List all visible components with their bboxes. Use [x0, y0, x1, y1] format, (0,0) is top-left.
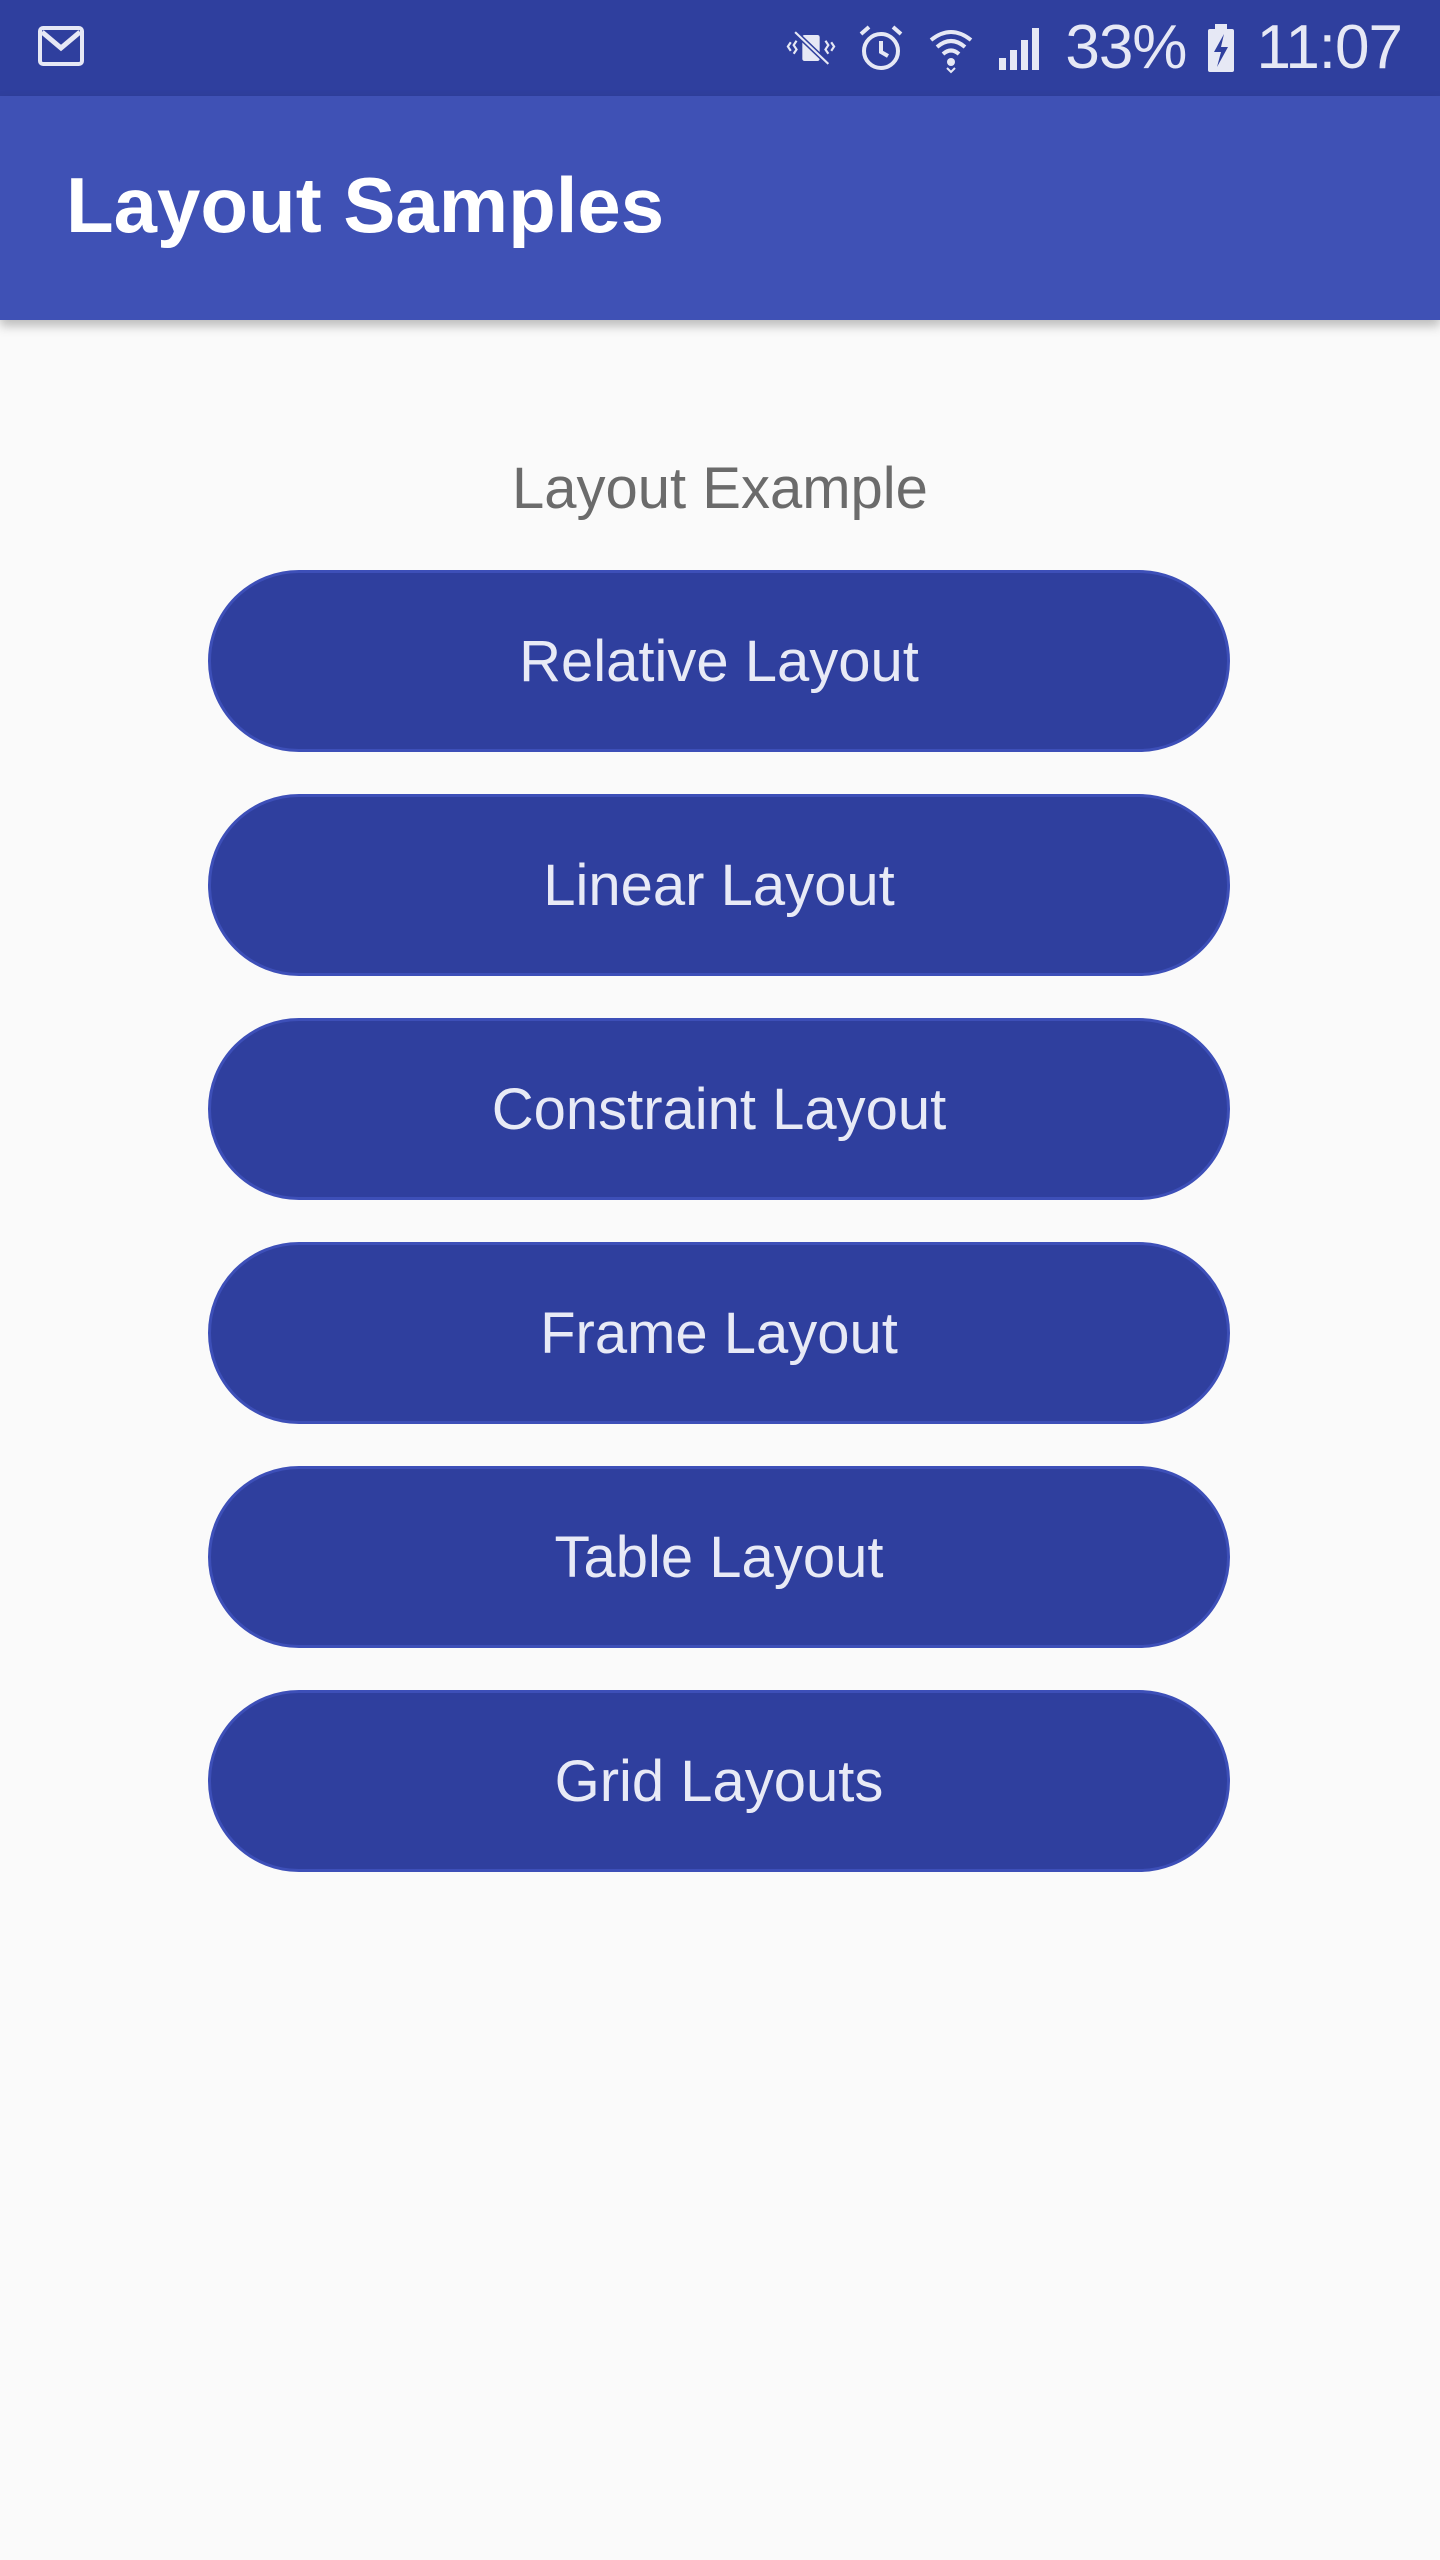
layout-example-label: Layout Example — [512, 456, 928, 521]
app-bar: Layout Samples — [0, 96, 1440, 320]
table-layout-button[interactable]: Table Layout — [208, 1466, 1230, 1648]
battery-charging-icon — [1204, 22, 1238, 74]
constraint-layout-button[interactable]: Constraint Layout — [208, 1018, 1230, 1200]
grid-layouts-button[interactable]: Grid Layouts — [208, 1690, 1230, 1872]
wifi-icon — [925, 22, 977, 74]
vibrate-mute-icon — [785, 22, 837, 74]
frame-layout-button[interactable]: Frame Layout — [208, 1242, 1230, 1424]
status-icons: 33% 11:07 — [785, 0, 1403, 96]
linear-layout-button[interactable]: Linear Layout — [208, 794, 1230, 976]
battery-percent: 33% — [1065, 13, 1187, 82]
clock: 11:07 — [1256, 13, 1403, 82]
status-bar: 33% 11:07 — [0, 0, 1440, 96]
app-title: Layout Samples — [66, 161, 665, 249]
signal-icon — [995, 22, 1047, 74]
relative-layout-button[interactable]: Relative Layout — [208, 570, 1230, 752]
alarm-icon — [855, 22, 907, 74]
gmail-icon — [38, 26, 84, 66]
main-content: Layout Example Relative Layout Linear La… — [0, 320, 1440, 2560]
